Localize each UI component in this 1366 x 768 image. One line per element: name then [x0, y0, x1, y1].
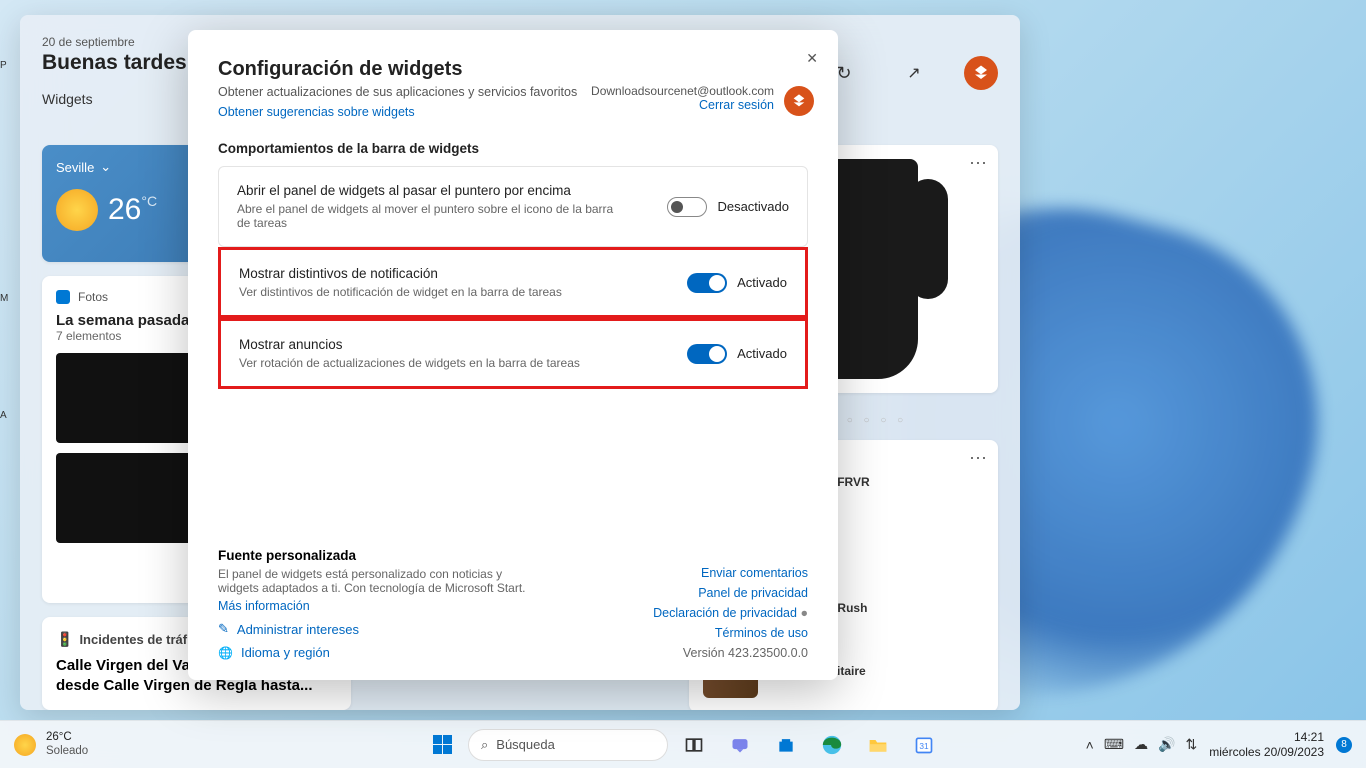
sun-icon: [14, 734, 36, 756]
account-avatar[interactable]: [784, 86, 814, 116]
setting-row: Mostrar distintivos de notificación Ver d…: [218, 247, 808, 318]
search-icon: ⌕: [481, 737, 488, 753]
close-button[interactable]: ✕: [806, 50, 818, 67]
manage-interests-link[interactable]: ✎Administrar intereses: [218, 621, 538, 637]
taskbar-weather[interactable]: 26°C Soleado: [0, 731, 88, 757]
taskbar: 26°C Soleado ⌕ Búsqueda 31 ˄ ⌨ ☁ 🔊 ⇅ 14:…: [0, 720, 1366, 768]
toggle-switch[interactable]: [667, 197, 707, 217]
weather-temperature: 26°C: [108, 193, 157, 227]
search-box[interactable]: ⌕ Búsqueda: [468, 729, 668, 761]
sign-out-link[interactable]: Cerrar sesión: [591, 98, 774, 112]
keyboard-icon[interactable]: ⌨: [1104, 736, 1124, 753]
toggle-state-label: Desactivado: [717, 199, 789, 214]
chevron-up-icon[interactable]: ˄: [1086, 737, 1094, 753]
user-avatar[interactable]: [964, 56, 998, 90]
onedrive-icon[interactable]: ☁: [1134, 736, 1148, 753]
setting-row: Mostrar anuncios Ver rotación de actualiz…: [218, 318, 808, 389]
card-more-button[interactable]: ⋯: [969, 153, 988, 174]
toggle-state-label: Activado: [737, 275, 787, 290]
custom-feed-desc: El panel de widgets está personalizado c…: [218, 567, 538, 595]
setting-desc: Ver distintivos de notificación de widge…: [239, 285, 562, 299]
language-region-link[interactable]: 🌐Idioma y región: [218, 645, 538, 660]
taskbar-clock[interactable]: 14:21 miércoles 20/09/2023: [1209, 730, 1324, 759]
desktop-icon-stub: M: [0, 293, 14, 297]
toggle-state-label: Activado: [737, 346, 787, 361]
clock-date: miércoles 20/09/2023: [1209, 745, 1324, 759]
search-placeholder: Búsqueda: [496, 737, 555, 752]
card-more-button[interactable]: ⋯: [969, 448, 988, 469]
pencil-icon: ✎: [218, 621, 229, 637]
setting-title: Abrir el panel de widgets al pasar el pu…: [237, 183, 617, 198]
calendar-button[interactable]: 31: [904, 725, 944, 765]
version-label: Versión 423.23500.0.0: [653, 646, 808, 660]
network-icon[interactable]: ⇅: [1186, 736, 1198, 753]
toggle-switch[interactable]: [687, 273, 727, 293]
account-email: Downloadsourcenet@outlook.com: [591, 84, 774, 98]
globe-icon: 🌐: [218, 646, 233, 660]
edge-button[interactable]: [812, 725, 852, 765]
setting-desc: Abre el panel de widgets al mover el pun…: [237, 202, 617, 230]
setting-title: Mostrar anuncios: [239, 337, 580, 352]
privacy-declaration-link[interactable]: Declaración de privacidad ●: [653, 606, 808, 620]
terms-link[interactable]: Términos de uso: [653, 626, 808, 640]
start-button[interactable]: [422, 725, 462, 765]
setting-row: Abrir el panel de widgets al pasar el pu…: [218, 166, 808, 247]
taskbar-condition: Soleado: [46, 745, 88, 758]
feedback-link[interactable]: Enviar comentarios: [653, 566, 808, 580]
expand-button[interactable]: ↗: [894, 53, 934, 93]
chevron-down-icon: ⌄: [100, 159, 111, 175]
custom-feed-title: Fuente personalizada: [218, 548, 538, 563]
svg-text:31: 31: [919, 741, 929, 751]
desktop-icon-stub: A: [0, 410, 14, 414]
sun-icon: [56, 189, 98, 231]
taskbar-temperature: 26°C: [46, 731, 88, 744]
explorer-button[interactable]: [858, 725, 898, 765]
modal-title: Configuración de widgets: [218, 58, 808, 81]
setting-desc: Ver rotación de actualizaciones de widge…: [239, 356, 580, 370]
chat-button[interactable]: [720, 725, 760, 765]
privacy-panel-link[interactable]: Panel de privacidad: [653, 586, 808, 600]
system-tray[interactable]: ˄ ⌨ ☁ 🔊 ⇅: [1086, 736, 1198, 753]
widget-settings-modal: ✕ Configuración de widgets Obtener actua…: [188, 30, 838, 680]
notification-badge[interactable]: 8: [1336, 737, 1352, 753]
task-view-button[interactable]: [674, 725, 714, 765]
setting-title: Mostrar distintivos de notificación: [239, 266, 562, 281]
desktop-icon-stub: P: [0, 60, 14, 64]
store-button[interactable]: [766, 725, 806, 765]
account-info: Downloadsourcenet@outlook.com Cerrar ses…: [591, 84, 774, 112]
more-info-link[interactable]: Más información: [218, 599, 538, 613]
section-behaviors-title: Comportamientos de la barra de widgets: [218, 141, 808, 156]
toggle-switch[interactable]: [687, 344, 727, 364]
volume-icon[interactable]: 🔊: [1158, 736, 1175, 753]
clock-time: 14:21: [1209, 730, 1324, 744]
